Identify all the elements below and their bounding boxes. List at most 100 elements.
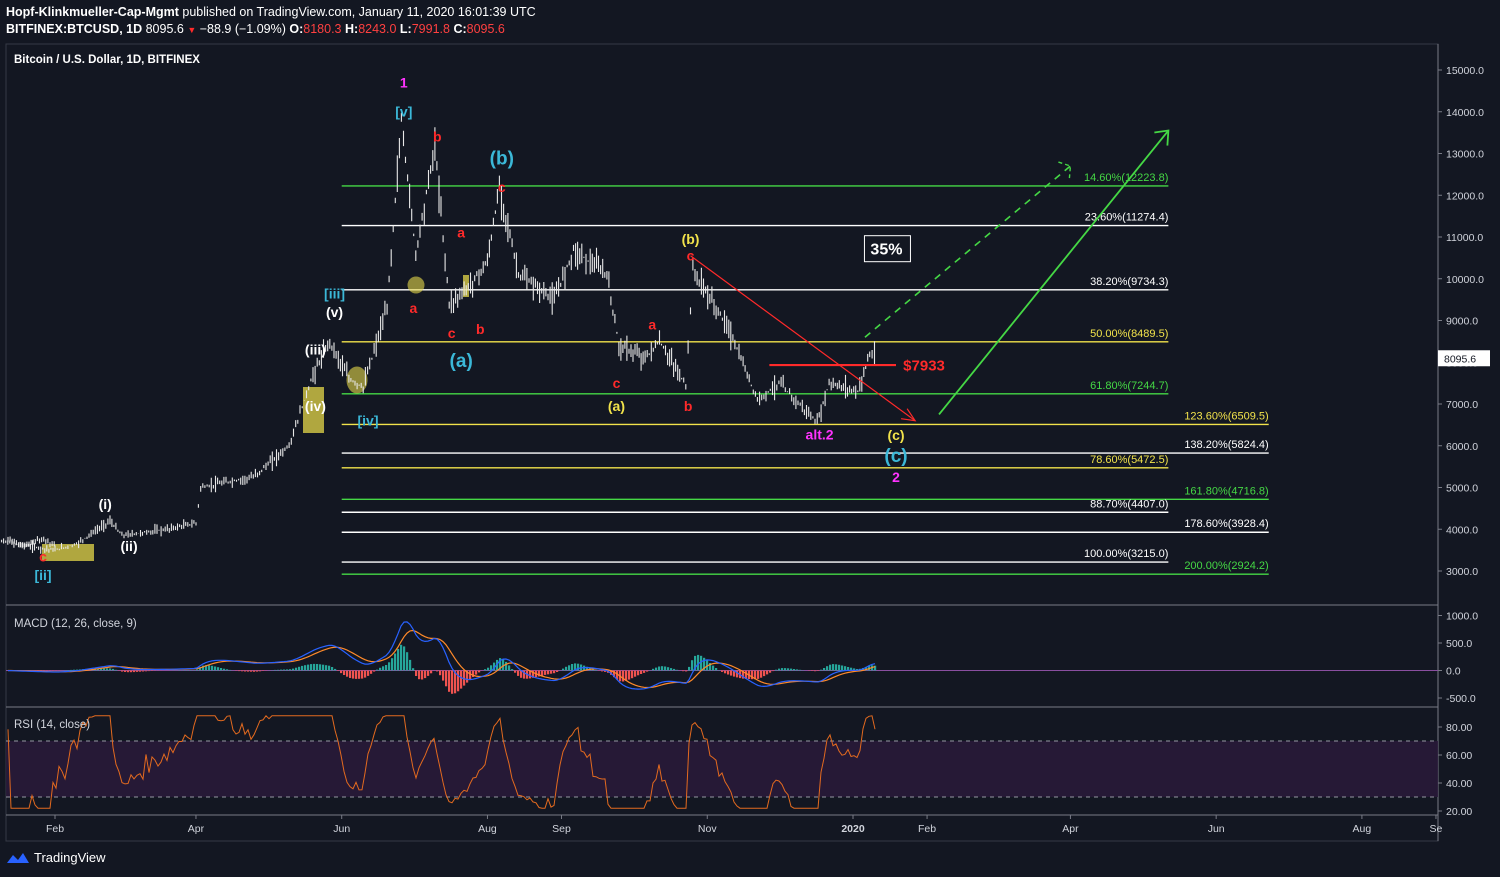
price-tick-label: 7000.0 bbox=[1446, 399, 1478, 411]
macd-histogram-bar bbox=[358, 670, 361, 679]
price-tick-label: 9000.0 bbox=[1446, 316, 1478, 328]
price-tick-label: 6000.0 bbox=[1446, 441, 1478, 453]
macd-histogram-bar bbox=[274, 669, 277, 671]
footer-brand[interactable]: TradingView bbox=[6, 850, 106, 865]
macd-histogram-bar bbox=[262, 670, 265, 671]
macd-histogram-bar bbox=[298, 666, 301, 671]
last-price-label: 8095.6 bbox=[1444, 353, 1476, 365]
macd-histogram-bar bbox=[334, 668, 337, 671]
macd-histogram-bar bbox=[721, 670, 724, 672]
macd-histogram-bar bbox=[277, 669, 280, 671]
macd-histogram-bar bbox=[817, 670, 820, 671]
fib-label: 88.70%(4407.0) bbox=[1090, 498, 1168, 510]
macd-histogram-bar bbox=[652, 668, 655, 671]
macd-histogram-bar bbox=[250, 670, 253, 672]
macd-histogram-bar bbox=[700, 655, 703, 671]
macd-histogram-bar bbox=[253, 670, 256, 672]
wave-label: 35% bbox=[870, 241, 902, 258]
macd-histogram-bar bbox=[667, 667, 670, 671]
macd-histogram-bar bbox=[349, 670, 352, 678]
macd-histogram-bar bbox=[712, 665, 715, 671]
macd-histogram-bar bbox=[217, 667, 220, 671]
macd-histogram-bar bbox=[841, 665, 844, 671]
time-tick-label: 2020 bbox=[841, 823, 865, 835]
macd-histogram-bar bbox=[340, 670, 343, 674]
macd-histogram-bar bbox=[517, 670, 520, 676]
macd-histogram-bar bbox=[787, 668, 790, 671]
macd-histogram-bar bbox=[763, 670, 766, 677]
wave-label: 2 bbox=[892, 469, 900, 485]
macd-histogram-bar bbox=[391, 658, 394, 671]
macd-histogram-bar bbox=[256, 670, 259, 672]
macd-histogram-bar bbox=[799, 669, 802, 671]
macd-histogram-bar bbox=[730, 670, 733, 676]
macd-histogram-bar bbox=[136, 670, 139, 672]
macd-histogram-bar bbox=[484, 669, 487, 671]
macd-histogram-bar bbox=[127, 670, 130, 673]
macd-histogram-bar bbox=[130, 670, 133, 673]
brand-text: TradingView bbox=[34, 850, 106, 865]
macd-histogram-bar bbox=[109, 668, 112, 671]
price-tick-label: 10000.0 bbox=[1446, 274, 1484, 286]
macd-histogram-bar bbox=[247, 670, 250, 672]
macd-histogram-bar bbox=[820, 669, 823, 671]
macd-histogram-bar bbox=[796, 669, 799, 671]
price-tick-label: 11000.0 bbox=[1446, 232, 1483, 244]
macd-histogram-bar bbox=[196, 669, 199, 671]
macd-histogram-bar bbox=[424, 670, 427, 679]
macd-histogram-bar bbox=[514, 670, 517, 673]
macd-histogram-bar bbox=[325, 665, 328, 671]
macd-histogram-bar bbox=[286, 669, 289, 671]
chart-title: Bitcoin / U.S. Dollar, 1D, BITFINEX bbox=[14, 54, 200, 66]
macd-histogram-bar bbox=[505, 661, 508, 671]
macd-histogram-bar bbox=[145, 670, 148, 672]
macd-histogram-bar bbox=[301, 665, 304, 671]
price-tick-label: 4000.0 bbox=[1446, 524, 1478, 536]
macd-histogram-bar bbox=[682, 670, 685, 672]
macd-title: MACD (12, 26, close, 9) bbox=[14, 618, 137, 630]
macd-histogram-bar bbox=[283, 669, 286, 671]
macd-histogram-bar bbox=[238, 670, 241, 672]
fib-label: 61.80%(7244.7) bbox=[1090, 380, 1168, 392]
macd-histogram-bar bbox=[421, 670, 424, 680]
macd-histogram-bar bbox=[121, 670, 124, 672]
macd-histogram-bar bbox=[829, 664, 832, 671]
macd-histogram-bar bbox=[793, 669, 796, 671]
macd-histogram-bar bbox=[382, 666, 385, 671]
btc-chart[interactable]: Bitcoin / U.S. Dollar, 1D, BITFINEX 14.6… bbox=[0, 0, 1500, 877]
macd-histogram-bar bbox=[685, 670, 688, 672]
macd-histogram-bar bbox=[775, 669, 778, 671]
macd-histogram-bar bbox=[646, 670, 649, 672]
wave-label: a bbox=[648, 317, 656, 333]
fib-label: 78.60%(5472.5) bbox=[1090, 454, 1168, 466]
wave-label: (a) bbox=[608, 398, 625, 414]
time-tick-label: Jun bbox=[333, 823, 350, 835]
wave-label: a bbox=[409, 300, 417, 316]
macd-histogram-bar bbox=[328, 665, 331, 671]
wave-label: (iv) bbox=[305, 398, 326, 414]
macd-histogram-bar bbox=[319, 664, 322, 671]
time-tick-label: Apr bbox=[1062, 823, 1079, 835]
macd-histogram-bar bbox=[379, 667, 382, 671]
macd-histogram-bar bbox=[562, 668, 565, 671]
macd-histogram-bar bbox=[151, 670, 154, 671]
macd-histogram-bar bbox=[715, 668, 718, 671]
macd-histogram-bar bbox=[826, 666, 829, 671]
macd-histogram-bar bbox=[292, 668, 295, 671]
rsi-tick-label: 60.00 bbox=[1446, 750, 1472, 762]
macd-line bbox=[8, 621, 876, 690]
wave-label: (iii) bbox=[305, 342, 326, 358]
downtrend-line bbox=[690, 255, 916, 422]
macd-histogram-bar bbox=[337, 670, 340, 671]
wave-label: $7933 bbox=[903, 357, 945, 374]
macd-histogram-bar bbox=[460, 670, 463, 689]
macd-histogram-bar bbox=[544, 670, 547, 675]
macd-histogram-bar bbox=[637, 670, 640, 676]
macd-histogram-bar bbox=[367, 670, 370, 676]
macd-histogram-bar bbox=[622, 670, 625, 682]
macd-histogram-bar bbox=[331, 667, 334, 671]
macd-histogram-bar bbox=[418, 670, 421, 680]
wave-label: alt.2 bbox=[806, 426, 834, 442]
wave-label: a bbox=[457, 225, 465, 241]
macd-histogram-bar bbox=[385, 665, 388, 671]
